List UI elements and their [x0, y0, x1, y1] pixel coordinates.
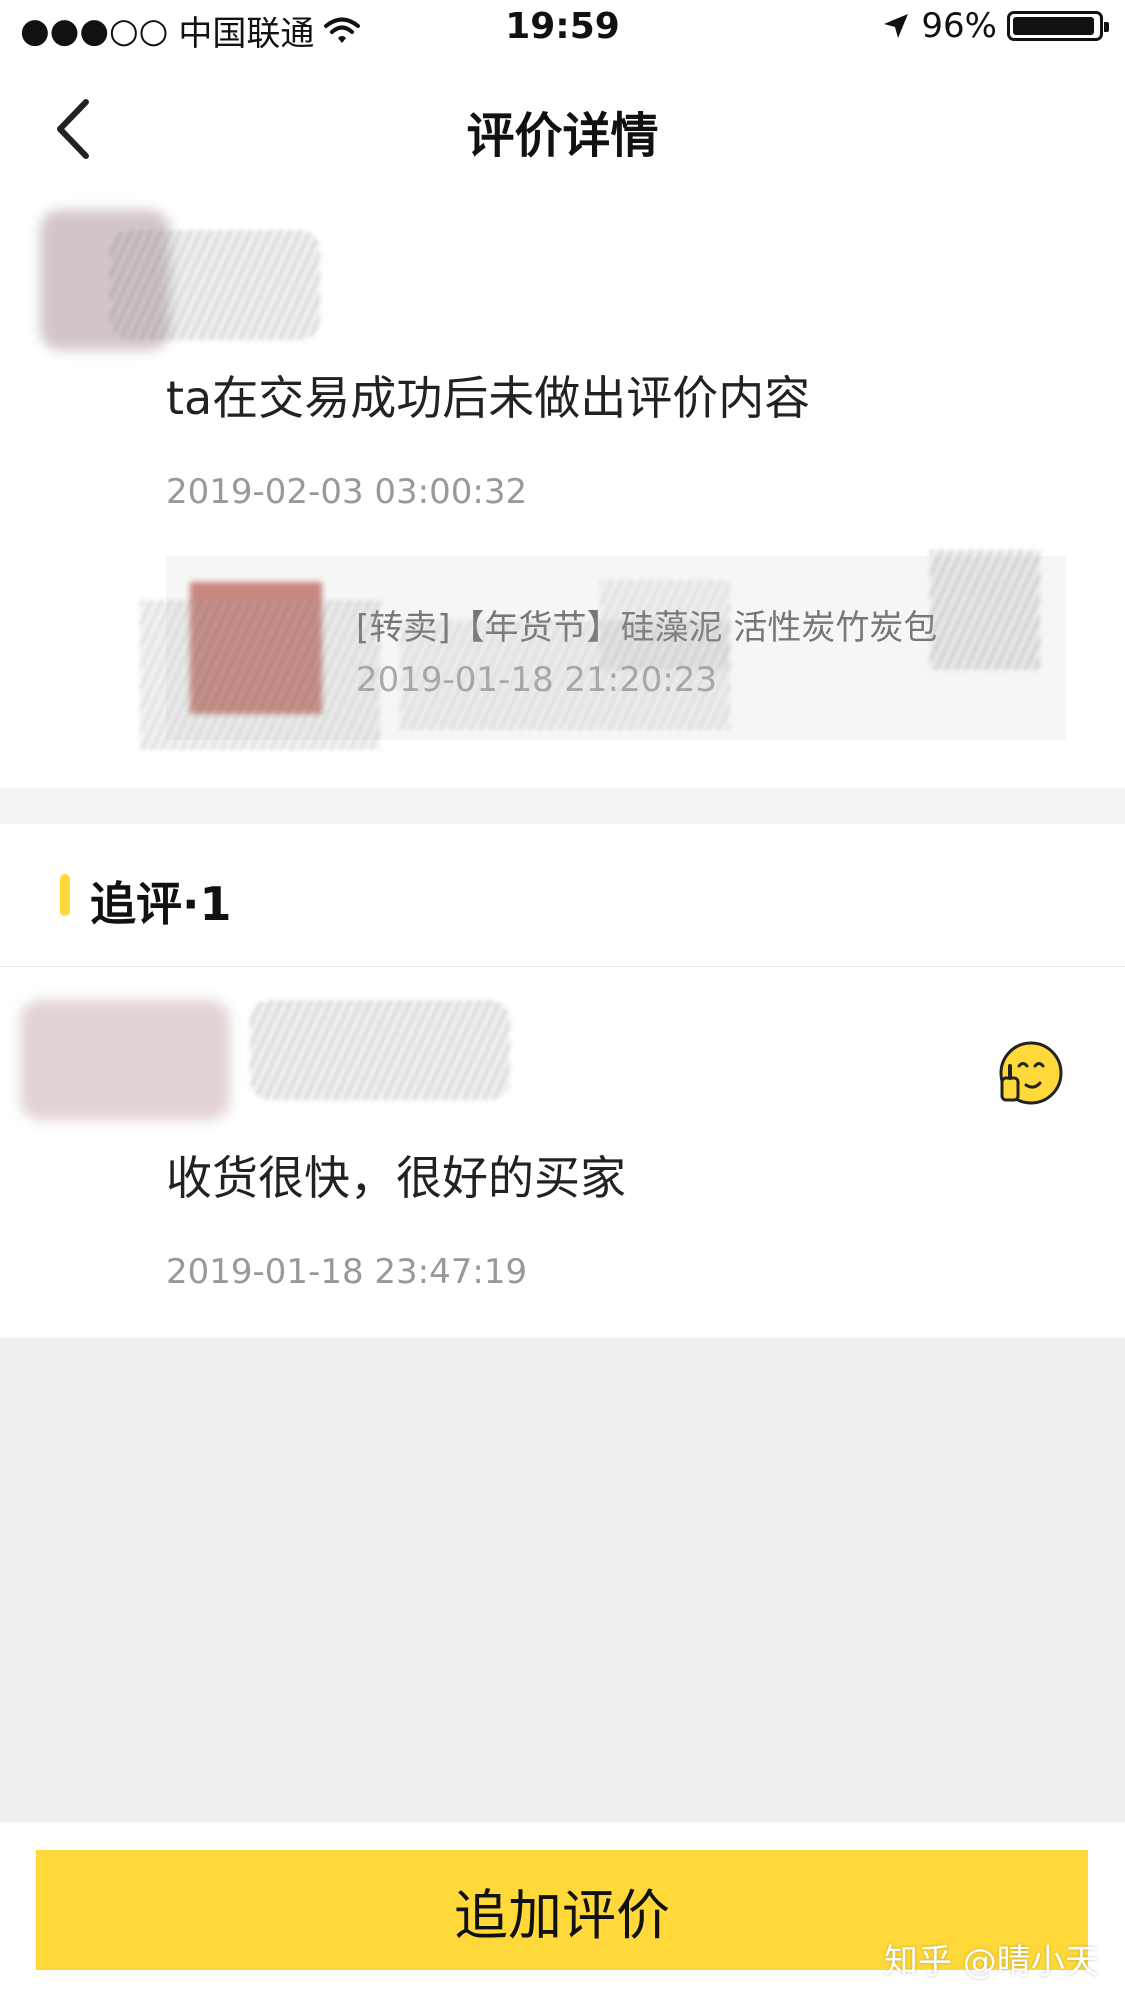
status-right: 96%: [881, 6, 1109, 46]
battery-percent: 96%: [921, 6, 997, 46]
divider-line: [0, 966, 1125, 967]
follow-up-time: 2019-01-18 23:47:19: [166, 1252, 528, 1292]
review-time: 2019-02-03 03:00:32: [166, 472, 528, 512]
thinking-thumbs-up-emoji-icon: [999, 1041, 1063, 1105]
status-bar: ●●●○○ 中国联通 19:59 96%: [0, 0, 1125, 64]
section-accent-bar: [60, 874, 70, 916]
section-divider: [0, 788, 1125, 824]
empty-content-area: [0, 1338, 1125, 1822]
follow-up-avatar-redacted: [20, 1000, 230, 1120]
nav-bar: 评价详情: [0, 64, 1125, 194]
watermark: 知乎 @晴小天: [884, 1942, 1099, 1982]
reviewer-name-redacted: [110, 230, 320, 340]
battery-icon: [1007, 11, 1109, 41]
battery-tip: [1104, 22, 1109, 32]
follow-up-text: 收货很快，很好的买家: [166, 1151, 626, 1205]
battery-fill: [1013, 17, 1094, 35]
page-title: 评价详情: [466, 108, 659, 164]
follow-up-title: 追评·1: [90, 877, 232, 931]
follow-up-name-redacted: [250, 1000, 510, 1100]
redaction-scribble: [930, 550, 1040, 670]
redaction-scribble: [140, 600, 380, 750]
location-arrow-icon: [884, 14, 909, 38]
redaction-scribble: [600, 580, 730, 670]
review-text: ta在交易成功后未做出评价内容: [166, 371, 811, 425]
